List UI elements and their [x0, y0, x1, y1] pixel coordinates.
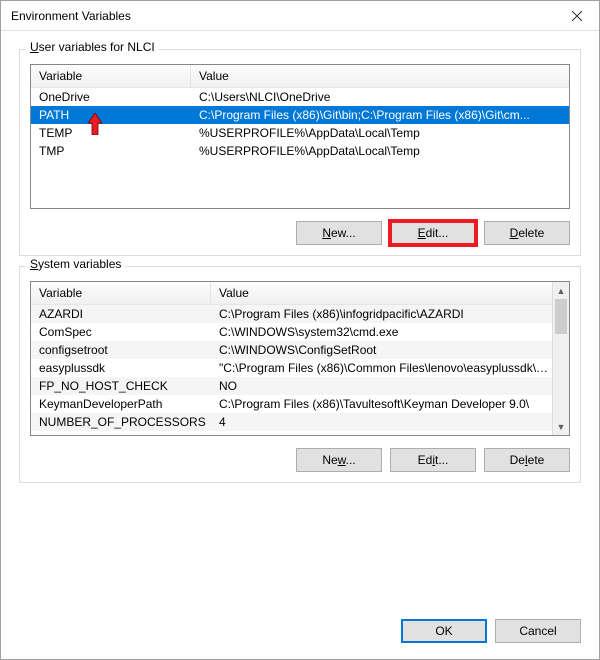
cell-value: C:\Program Files (x86)\Git\bin;C:\Progra… [191, 106, 569, 124]
close-icon [572, 11, 582, 21]
environment-variables-dialog: Environment Variables User variables for… [0, 0, 600, 660]
system-new-button[interactable]: New... [296, 448, 382, 472]
table-header: Variable Value [31, 65, 569, 88]
cell-variable: AZARDI [31, 305, 211, 323]
dialog-button-row: OK Cancel [1, 609, 599, 659]
cell-variable: ComSpec [31, 323, 211, 341]
scroll-down-icon[interactable]: ▼ [553, 418, 569, 435]
table-row[interactable]: ComSpec C:\WINDOWS\system32\cmd.exe [31, 323, 569, 341]
cell-variable: easyplussdk [31, 359, 211, 377]
table-row[interactable]: FP_NO_HOST_CHECK NO [31, 377, 569, 395]
cell-value: 4 [211, 413, 569, 431]
table-row[interactable]: PATH C:\Program Files (x86)\Git\bin;C:\P… [31, 106, 569, 124]
user-new-button[interactable]: New... [296, 221, 382, 245]
cell-value: NO [211, 377, 569, 395]
user-variables-label: User variables for NLCI [26, 40, 159, 54]
cell-variable: FP_NO_HOST_CHECK [31, 377, 211, 395]
system-variables-table[interactable]: Variable Value AZARDI C:\Program Files (… [30, 281, 570, 436]
scroll-up-icon[interactable]: ▲ [553, 282, 569, 299]
cell-variable: PATH [31, 106, 191, 124]
table-row[interactable]: easyplussdk "C:\Program Files (x86)\Comm… [31, 359, 569, 377]
cell-variable: TMP [31, 142, 191, 160]
cell-value: %USERPROFILE%\AppData\Local\Temp [191, 124, 569, 142]
table-row[interactable]: TMP %USERPROFILE%\AppData\Local\Temp [31, 142, 569, 160]
table-row[interactable]: OneDrive C:\Users\NLCI\OneDrive [31, 88, 569, 106]
dialog-content: User variables for NLCI Variable Value O… [1, 31, 599, 609]
cell-value: C:\WINDOWS\system32\cmd.exe [211, 323, 569, 341]
table-row[interactable]: OS Windows_NT [31, 431, 569, 436]
cell-value: Windows_NT [211, 431, 569, 436]
user-variables-group: User variables for NLCI Variable Value O… [19, 49, 581, 256]
cancel-button[interactable]: Cancel [495, 619, 581, 643]
system-variables-body: AZARDI C:\Program Files (x86)\infogridpa… [31, 305, 569, 436]
table-header: Variable Value [31, 282, 569, 305]
user-variables-body: OneDrive C:\Users\NLCI\OneDrive PATH C:\… [31, 88, 569, 160]
cell-value: C:\Users\NLCI\OneDrive [191, 88, 569, 106]
system-edit-button[interactable]: Edit... [390, 448, 476, 472]
cell-value: C:\Program Files (x86)\infogridpacific\A… [211, 305, 569, 323]
cell-variable: NUMBER_OF_PROCESSORS [31, 413, 211, 431]
window-title: Environment Variables [11, 9, 131, 23]
cell-variable: KeymanDeveloperPath [31, 395, 211, 413]
cell-value: C:\Program Files (x86)\Tavultesoft\Keyma… [211, 395, 569, 413]
table-row[interactable]: KeymanDeveloperPath C:\Program Files (x8… [31, 395, 569, 413]
system-button-row: New... Edit... Delete [30, 448, 570, 472]
ok-button[interactable]: OK [401, 619, 487, 643]
cell-variable: OS [31, 431, 211, 436]
titlebar: Environment Variables [1, 1, 599, 31]
table-row[interactable]: NUMBER_OF_PROCESSORS 4 [31, 413, 569, 431]
column-header-variable[interactable]: Variable [31, 65, 191, 87]
scrollbar[interactable]: ▲ ▼ [552, 282, 569, 435]
column-header-variable[interactable]: Variable [31, 282, 211, 304]
system-delete-button[interactable]: Delete [484, 448, 570, 472]
column-header-value[interactable]: Value [191, 65, 569, 87]
cell-variable: OneDrive [31, 88, 191, 106]
scroll-thumb[interactable] [555, 299, 567, 334]
table-row[interactable]: TEMP %USERPROFILE%\AppData\Local\Temp [31, 124, 569, 142]
cell-variable: TEMP [31, 124, 191, 142]
table-row[interactable]: AZARDI C:\Program Files (x86)\infogridpa… [31, 305, 569, 323]
table-row[interactable]: configsetroot C:\WINDOWS\ConfigSetRoot [31, 341, 569, 359]
user-button-row: New... Edit... Delete [30, 221, 570, 245]
user-edit-button[interactable]: Edit... [390, 221, 476, 245]
cell-value: C:\WINDOWS\ConfigSetRoot [211, 341, 569, 359]
cell-variable: configsetroot [31, 341, 211, 359]
system-variables-group: System variables Variable Value AZARDI C… [19, 266, 581, 483]
column-header-value[interactable]: Value [211, 282, 569, 304]
cell-value: %USERPROFILE%\AppData\Local\Temp [191, 142, 569, 160]
cell-value: "C:\Program Files (x86)\Common Files\len… [211, 359, 569, 377]
user-variables-table[interactable]: Variable Value OneDrive C:\Users\NLCI\On… [30, 64, 570, 209]
system-variables-label: System variables [26, 257, 125, 271]
close-button[interactable] [554, 1, 599, 30]
user-delete-button[interactable]: Delete [484, 221, 570, 245]
